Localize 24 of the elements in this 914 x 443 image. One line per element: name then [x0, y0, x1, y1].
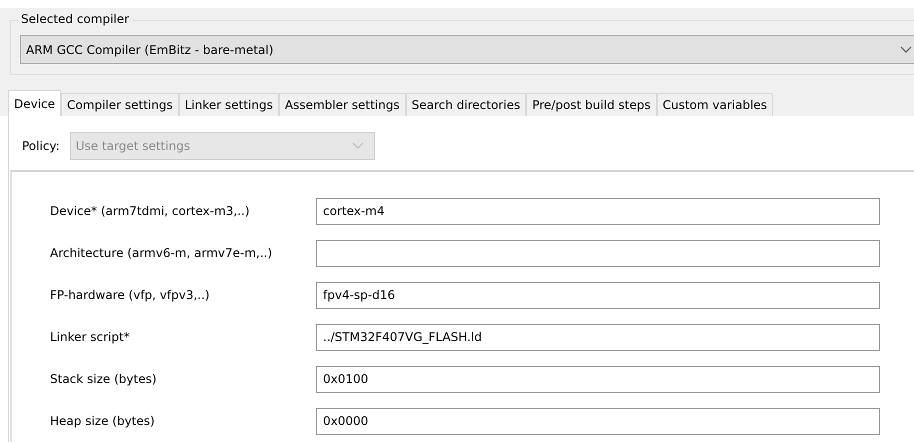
input-field[interactable]: fpv4-sp-d16: [316, 282, 880, 308]
field-label: FP-hardware (vfp, vfpv3,..): [50, 288, 211, 302]
input-field[interactable]: cortex-m4: [316, 198, 880, 224]
field-label: Architecture (armv6-m, armv7e-m,..): [50, 246, 274, 260]
compiler-dropdown[interactable]: ARM GCC Compiler (EmBitz - bare-metal): [20, 35, 914, 64]
chevron-icon: [352, 142, 364, 150]
field-label: Stack size (bytes): [50, 372, 158, 386]
group-title: Selected compiler: [18, 12, 132, 26]
input-field[interactable]: ../STM32F407VG_FLASH.ld: [316, 324, 880, 350]
field-label: Linker script*: [50, 330, 131, 344]
tab[interactable]: Linker settings: [178, 93, 279, 116]
tab[interactable]: Pre/post build steps: [526, 93, 657, 116]
field-label: Heap size (bytes): [50, 414, 156, 428]
field-label: Device* (arm7tdmi, cortex-m3,..): [50, 204, 251, 218]
chevron-icon: [900, 46, 912, 54]
tab[interactable]: Assembler settings: [278, 93, 406, 116]
input-field[interactable]: 0x0100: [316, 366, 880, 392]
tab[interactable]: Search directories: [406, 93, 526, 116]
policy-label: Policy:: [22, 139, 60, 153]
tab[interactable]: Compiler settings: [61, 93, 179, 116]
input-field[interactable]: 0x0000: [316, 408, 880, 434]
tab[interactable]: Device: [8, 90, 62, 116]
input-field[interactable]: [316, 240, 880, 266]
tab[interactable]: Custom variables: [656, 93, 774, 116]
